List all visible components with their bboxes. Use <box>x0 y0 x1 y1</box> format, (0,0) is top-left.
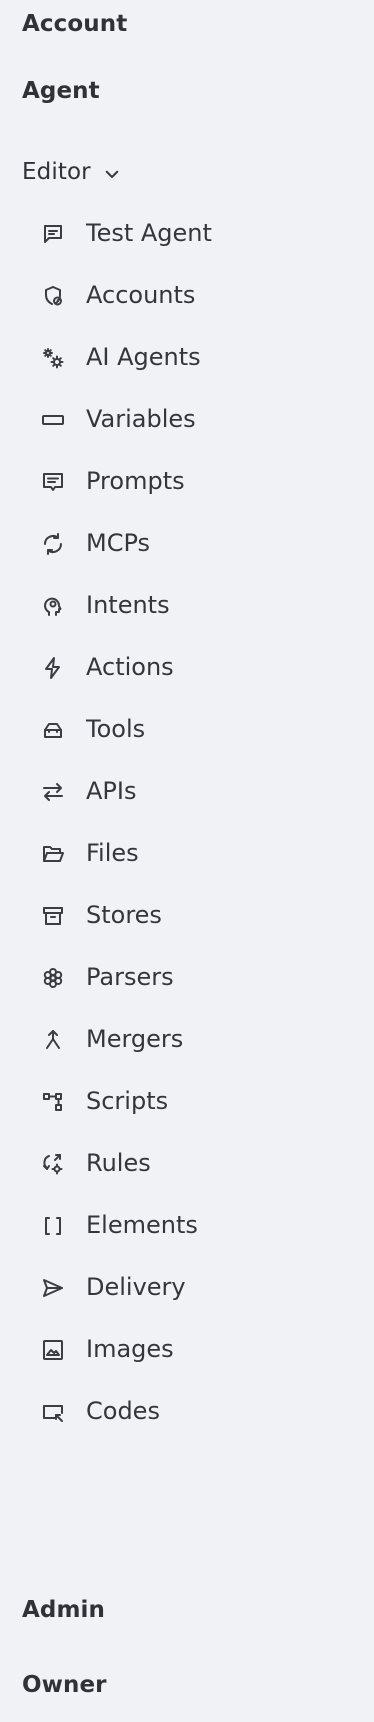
sidebar-item-label: Parsers <box>86 963 174 991</box>
folder-open-icon <box>40 841 66 867</box>
sidebar-item-label: APIs <box>86 777 137 805</box>
brain-head-icon <box>40 593 66 619</box>
sidebar-item-files[interactable]: Files <box>0 831 374 875</box>
section-label: Owner <box>22 1672 107 1698</box>
sidebar-item-prompts[interactable]: Prompts <box>0 459 374 503</box>
sidebar-item-delivery[interactable]: Delivery <box>0 1265 374 1309</box>
gears-icon <box>40 345 66 371</box>
sidebar-item-tools[interactable]: Tools <box>0 707 374 751</box>
brackets-icon <box>40 1213 66 1239</box>
rectangle-icon <box>40 407 66 433</box>
sidebar-item-scripts[interactable]: Scripts <box>0 1079 374 1123</box>
send-icon <box>40 1275 66 1301</box>
sidebar-item-intents[interactable]: Intents <box>0 583 374 627</box>
section-label: Account <box>22 11 128 37</box>
sidebar-item-stores[interactable]: Stores <box>0 893 374 937</box>
sidebar-item-label: Codes <box>86 1397 160 1425</box>
sidebar-section-admin[interactable]: Admin <box>22 1590 105 1630</box>
sidebar-item-label: Variables <box>86 405 196 433</box>
sidebar-item-label: Test Agent <box>86 219 212 247</box>
merge-icon <box>40 1027 66 1053</box>
sidebar-item-test-agent[interactable]: Test Agent <box>0 211 374 255</box>
sidebar-item-rules[interactable]: Rules <box>0 1141 374 1185</box>
rules-cycle-icon <box>40 1151 66 1177</box>
sidebar-item-accounts[interactable]: Accounts <box>0 273 374 317</box>
sidebar-item-label: Scripts <box>86 1087 169 1115</box>
sidebar-item-label: Rules <box>86 1149 151 1177</box>
sidebar-item-label: Tools <box>86 715 146 743</box>
sidebar-nav: Account Agent Editor Test Agent Accounts… <box>0 0 374 1722</box>
sidebar-item-label: Files <box>86 839 139 867</box>
sidebar-section-editor[interactable]: Editor <box>22 152 121 192</box>
code-window-icon <box>40 1399 66 1425</box>
sidebar-item-mcps[interactable]: MCPs <box>0 521 374 565</box>
flower-icon <box>40 965 66 991</box>
flowchart-icon <box>40 1089 66 1115</box>
sidebar-item-actions[interactable]: Actions <box>0 645 374 689</box>
section-label: Admin <box>22 1597 105 1623</box>
sidebar-item-codes[interactable]: Codes <box>0 1389 374 1433</box>
sidebar-item-label: Images <box>86 1335 174 1363</box>
section-label: Editor <box>22 159 91 185</box>
sidebar-item-variables[interactable]: Variables <box>0 397 374 441</box>
sidebar-item-label: Mergers <box>86 1025 184 1053</box>
sidebar-item-parsers[interactable]: Parsers <box>0 955 374 999</box>
arrows-swap-icon <box>40 779 66 805</box>
sidebar-item-label: Prompts <box>86 467 185 495</box>
refresh-cycle-icon <box>40 531 66 557</box>
sidebar-item-label: AI Agents <box>86 343 201 371</box>
sidebar-section-agent[interactable]: Agent <box>22 71 100 111</box>
toolbox-icon <box>40 717 66 743</box>
message-square-icon <box>40 221 66 247</box>
sidebar-item-elements[interactable]: Elements <box>0 1203 374 1247</box>
sidebar-item-label: Stores <box>86 901 162 929</box>
sidebar-item-apis[interactable]: APIs <box>0 769 374 813</box>
shield-account-icon <box>40 283 66 309</box>
sidebar-item-mergers[interactable]: Mergers <box>0 1017 374 1061</box>
sidebar-section-account[interactable]: Account <box>22 4 127 44</box>
sidebar-item-label: Elements <box>86 1211 198 1239</box>
archive-icon <box>40 903 66 929</box>
lightning-icon <box>40 655 66 681</box>
prompt-bubble-icon <box>40 469 66 495</box>
sidebar-section-owner[interactable]: Owner <box>22 1665 107 1705</box>
sidebar-item-label: Accounts <box>86 281 196 309</box>
sidebar-item-label: Intents <box>86 591 170 619</box>
sidebar-item-label: Delivery <box>86 1273 186 1301</box>
section-label: Agent <box>22 78 100 104</box>
image-icon <box>40 1337 66 1363</box>
chevron-down-icon <box>103 163 121 181</box>
sidebar-item-ai-agents[interactable]: AI Agents <box>0 335 374 379</box>
sidebar-item-images[interactable]: Images <box>0 1327 374 1371</box>
sidebar-item-label: Actions <box>86 653 174 681</box>
sidebar-item-label: MCPs <box>86 529 151 557</box>
